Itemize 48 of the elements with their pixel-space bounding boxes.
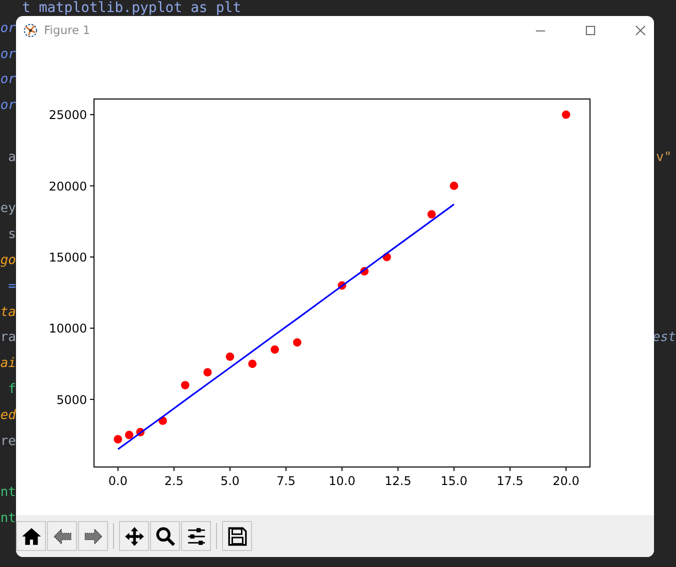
code-text: go <box>0 253 16 270</box>
code-text: v" <box>656 150 672 166</box>
code-text: ra <box>0 330 16 346</box>
maximize-icon[interactable] <box>585 24 596 36</box>
code-text: nt <box>0 485 16 502</box>
tick-label: 20.0 <box>552 474 580 488</box>
pan-button[interactable] <box>119 521 149 551</box>
window-title: Figure 1 <box>44 23 90 37</box>
code-text: or <box>0 98 16 114</box>
tick-label: 17.5 <box>496 474 524 488</box>
back-button[interactable] <box>47 521 77 551</box>
code-text: = <box>8 278 16 295</box>
tick-label: 20000 <box>48 179 87 194</box>
home-button[interactable] <box>16 521 46 551</box>
tick-label: 25000 <box>48 108 87 122</box>
tick-label: 2.5 <box>164 474 184 488</box>
logo-icon <box>23 22 38 38</box>
tick-label: 10000 <box>48 322 87 336</box>
tick-label: 15.0 <box>440 474 468 488</box>
code-text: ta <box>0 304 16 321</box>
code-text: s <box>8 227 16 244</box>
tick-label: 7.5 <box>276 474 296 488</box>
code-text: or <box>0 20 16 37</box>
code-text: a <box>8 150 16 166</box>
close-icon[interactable] <box>635 24 646 36</box>
home-icon <box>20 526 42 546</box>
code-text: or <box>0 72 16 88</box>
code-text: ey <box>0 201 16 218</box>
sliders-icon <box>186 526 206 546</box>
forward-button[interactable] <box>78 521 108 551</box>
code-text: re <box>0 434 16 450</box>
tick-label: 15000 <box>48 250 87 265</box>
search-icon <box>154 526 176 546</box>
code-text: t matplotlib.pyplot as plt <box>22 0 242 16</box>
move-icon <box>124 526 144 546</box>
tick-label: 5000 <box>56 392 87 407</box>
code-text: ed <box>0 408 16 424</box>
configure-button[interactable] <box>181 521 211 551</box>
code-text: ai <box>0 356 16 372</box>
tick-label: 10.0 <box>328 474 356 488</box>
zoom-button[interactable] <box>150 521 180 551</box>
tick-label: 12.5 <box>384 474 412 488</box>
tick-label: 5.0 <box>220 474 240 488</box>
code-text: nt <box>0 511 16 528</box>
tick-label: 0.0 <box>108 474 128 488</box>
save-button[interactable] <box>222 521 252 551</box>
code-text: f <box>8 382 16 398</box>
code-text: or <box>0 46 16 63</box>
